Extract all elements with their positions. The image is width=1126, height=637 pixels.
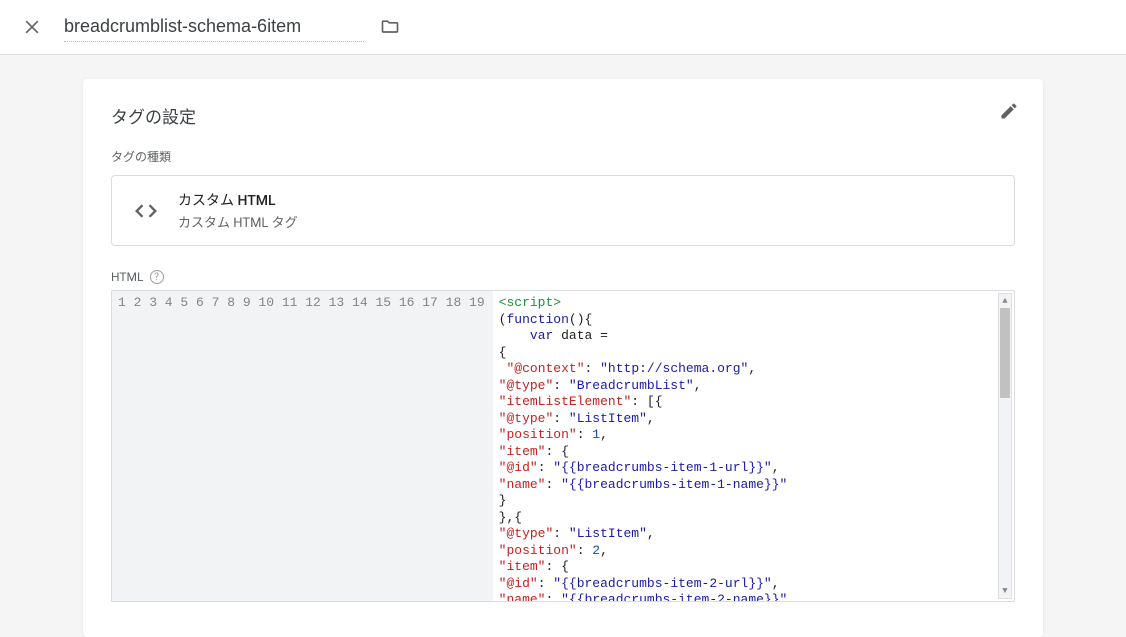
- scrollbar-track[interactable]: ▲ ▼: [998, 293, 1012, 599]
- html-code-editor[interactable]: 1 2 3 4 5 6 7 8 9 10 11 12 13 14 15 16 1…: [111, 290, 1015, 602]
- edit-icon[interactable]: [999, 101, 1019, 125]
- scroll-up-icon[interactable]: ▲: [999, 294, 1011, 308]
- help-icon[interactable]: ?: [150, 270, 164, 284]
- html-field-label: HTML: [111, 270, 144, 284]
- editor-gutter: 1 2 3 4 5 6 7 8 9 10 11 12 13 14 15 16 1…: [112, 291, 493, 601]
- code-icon: [128, 193, 164, 229]
- tag-type-text: カスタム HTML カスタム HTML タグ: [178, 190, 298, 231]
- folder-icon[interactable]: [380, 17, 400, 37]
- tag-name-input[interactable]: [64, 12, 364, 42]
- tag-config-card: タグの設定 タグの種類 カスタム HTML カスタム HTML タグ HTML …: [83, 79, 1043, 637]
- tag-type-name: カスタム HTML: [178, 190, 298, 210]
- html-label-row: HTML ?: [111, 270, 1015, 284]
- tag-type-label: タグの種類: [111, 148, 1015, 165]
- content-area: タグの設定 タグの種類 カスタム HTML カスタム HTML タグ HTML …: [0, 55, 1126, 637]
- section-title: タグの設定: [111, 103, 1015, 128]
- scroll-down-icon[interactable]: ▼: [999, 584, 1011, 598]
- editor-code-area[interactable]: <script> (function(){ var data = { "@con…: [493, 291, 1014, 601]
- tag-type-sub: カスタム HTML タグ: [178, 212, 298, 231]
- tag-type-selector[interactable]: カスタム HTML カスタム HTML タグ: [111, 175, 1015, 246]
- header-bar: [0, 0, 1126, 55]
- close-icon[interactable]: [20, 15, 44, 39]
- scrollbar-thumb[interactable]: [1000, 308, 1010, 398]
